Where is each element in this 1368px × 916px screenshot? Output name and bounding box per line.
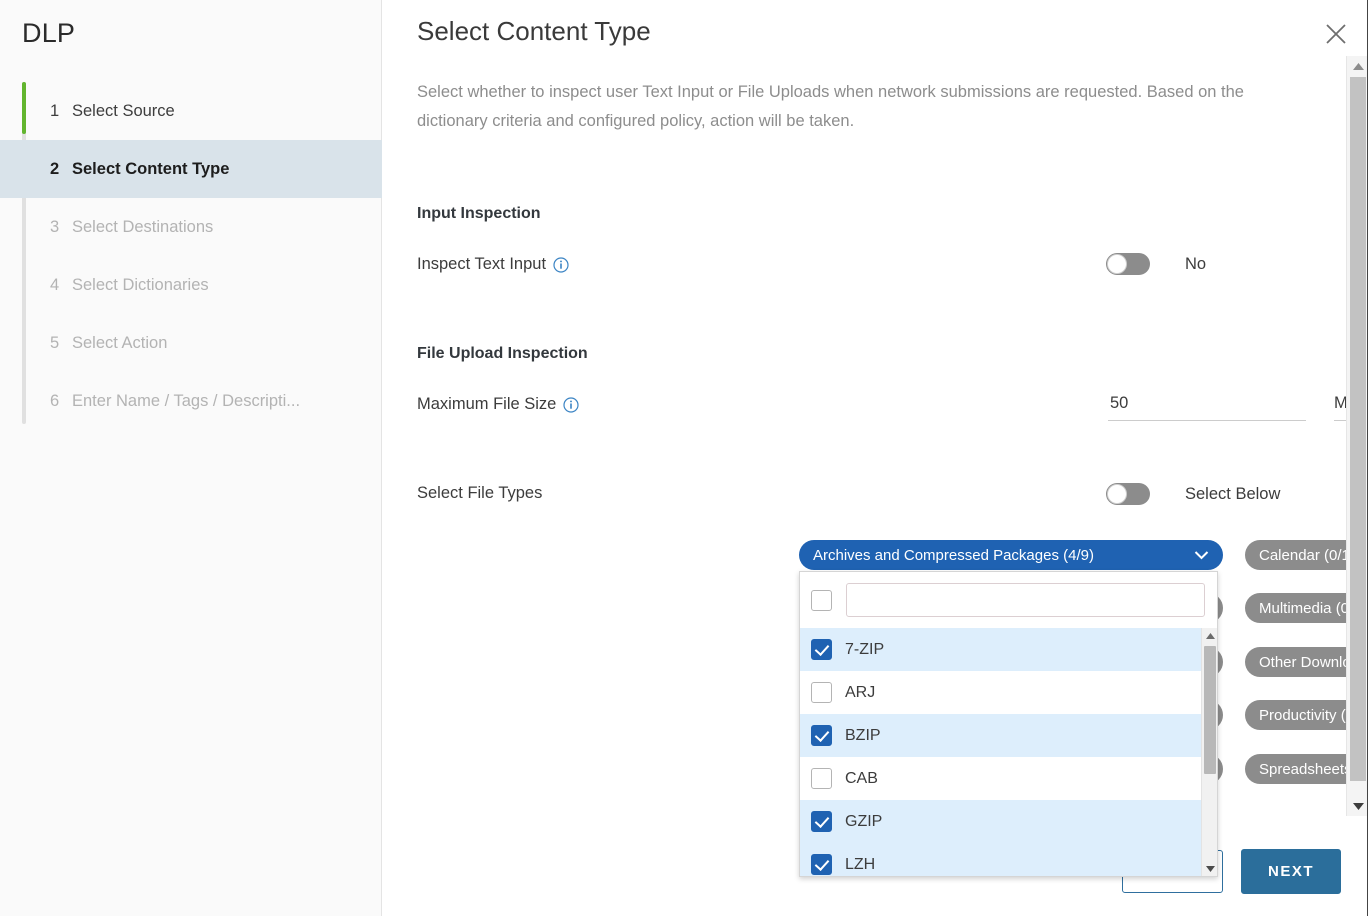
category-pill-label: Archives and Compressed Packages (4/9)	[813, 546, 1094, 564]
section-heading-input-inspection: Input Inspection	[417, 205, 541, 222]
step-label: Enter Name / Tags / Descripti...	[72, 391, 301, 410]
app-title: DLP	[22, 18, 76, 48]
label-inspect-text-input: Inspect Text Input	[417, 255, 569, 274]
dropdown-scroll-thumb[interactable]	[1204, 646, 1216, 774]
sidebar-step-select-content-type[interactable]: 2 Select Content Type	[0, 140, 382, 198]
panel-scroll-thumb[interactable]	[1350, 77, 1366, 781]
panel-description: Select whether to inspect user Text Inpu…	[417, 83, 1244, 130]
option-checkbox[interactable]	[811, 854, 832, 875]
wizard-sidebar: DLP 1 Select Source 2 Select Content Typ…	[0, 0, 382, 916]
dropdown-panel: 7-ZIP ARJ BZIP CAB GZIP LZH	[799, 571, 1218, 877]
page-title: Select Content Type	[417, 16, 651, 46]
option-label: BZIP	[845, 726, 881, 744]
step-label: Select Source	[72, 101, 175, 120]
section-heading-file-upload-inspection: File Upload Inspection	[417, 345, 588, 362]
chevron-down-icon	[1194, 547, 1209, 564]
dropdown-option-gzip[interactable]: GZIP	[800, 800, 1217, 843]
step-rail-progress	[22, 82, 26, 134]
value-select-file-types: Select Below	[1185, 485, 1281, 503]
sidebar-step-select-dictionaries[interactable]: 4 Select Dictionaries	[0, 256, 382, 314]
label-text: Select File Types	[417, 484, 543, 502]
option-label: GZIP	[845, 812, 883, 830]
panel-scrollbar[interactable]	[1346, 56, 1368, 816]
step-number: 3	[50, 217, 60, 236]
toggle-inspect-text-input[interactable]	[1106, 253, 1150, 275]
option-label: ARJ	[845, 683, 876, 701]
scroll-up-icon[interactable]	[1202, 628, 1217, 643]
option-checkbox[interactable]	[811, 682, 832, 703]
label-text: Maximum File Size	[417, 395, 557, 413]
maximum-file-size-input[interactable]	[1108, 394, 1306, 421]
info-icon[interactable]	[553, 256, 569, 273]
info-icon[interactable]	[563, 396, 579, 413]
dropdown-option-list: 7-ZIP ARJ BZIP CAB GZIP LZH	[800, 628, 1217, 876]
step-label: Select Content Type	[72, 159, 230, 178]
step-number: 5	[50, 333, 60, 352]
next-button[interactable]: NEXT	[1240, 849, 1341, 894]
step-label: Select Destinations	[72, 217, 214, 236]
dropdown-scrollbar[interactable]	[1201, 628, 1217, 876]
step-number: 6	[50, 391, 60, 410]
toggle-knob	[1107, 254, 1127, 274]
option-checkbox[interactable]	[811, 725, 832, 746]
label-maximum-file-size: Maximum File Size	[417, 395, 579, 414]
dlp-wizard: DLP 1 Select Source 2 Select Content Typ…	[0, 0, 1368, 916]
sidebar-step-enter-name-tags-description[interactable]: 6 Enter Name / Tags / Descripti...	[0, 372, 382, 430]
step-label: Select Action	[72, 333, 168, 352]
dropdown-option-arj[interactable]: ARJ	[800, 671, 1217, 714]
toggle-select-file-types[interactable]	[1106, 483, 1150, 505]
step-number: 1	[50, 101, 60, 120]
dropdown-option-bzip[interactable]: BZIP	[800, 714, 1217, 757]
toggle-knob	[1107, 484, 1127, 504]
option-label: LZH	[845, 855, 876, 873]
dropdown-option-lzh[interactable]: LZH	[800, 843, 1217, 876]
sidebar-step-select-destinations[interactable]: 3 Select Destinations	[0, 198, 382, 256]
option-checkbox[interactable]	[811, 811, 832, 832]
step-number: 2	[50, 159, 60, 178]
close-icon[interactable]	[1321, 19, 1351, 49]
file-type-dropdown-archives: Archives and Compressed Packages (4/9) 7…	[799, 540, 1223, 877]
content-panel: Select Content Type Select whether to in…	[382, 0, 1368, 916]
select-all-checkbox[interactable]	[811, 589, 832, 611]
sidebar-step-select-action[interactable]: 5 Select Action	[0, 314, 382, 372]
label-text: Inspect Text Input	[417, 255, 547, 273]
option-label: 7-ZIP	[845, 640, 885, 658]
step-label: Select Dictionaries	[72, 275, 209, 294]
step-list: 1 Select Source 2 Select Content Type 3 …	[0, 82, 382, 430]
option-label: CAB	[845, 769, 878, 787]
dropdown-search-row	[800, 572, 1217, 628]
step-number: 4	[50, 275, 60, 294]
scroll-up-icon[interactable]	[1347, 56, 1368, 76]
scroll-down-icon[interactable]	[1202, 861, 1217, 876]
sidebar-step-select-source[interactable]: 1 Select Source	[0, 82, 382, 140]
label-select-file-types: Select File Types	[417, 484, 542, 503]
dropdown-search-input[interactable]	[846, 583, 1205, 617]
option-checkbox[interactable]	[811, 768, 832, 789]
dropdown-option-cab[interactable]: CAB	[800, 757, 1217, 800]
category-pill-archives-and-compressed-packages[interactable]: Archives and Compressed Packages (4/9)	[799, 540, 1223, 570]
scroll-down-icon[interactable]	[1347, 796, 1368, 816]
dropdown-option-7-zip[interactable]: 7-ZIP	[800, 628, 1217, 671]
option-checkbox[interactable]	[811, 639, 832, 660]
value-inspect-text-input: No	[1185, 255, 1207, 273]
